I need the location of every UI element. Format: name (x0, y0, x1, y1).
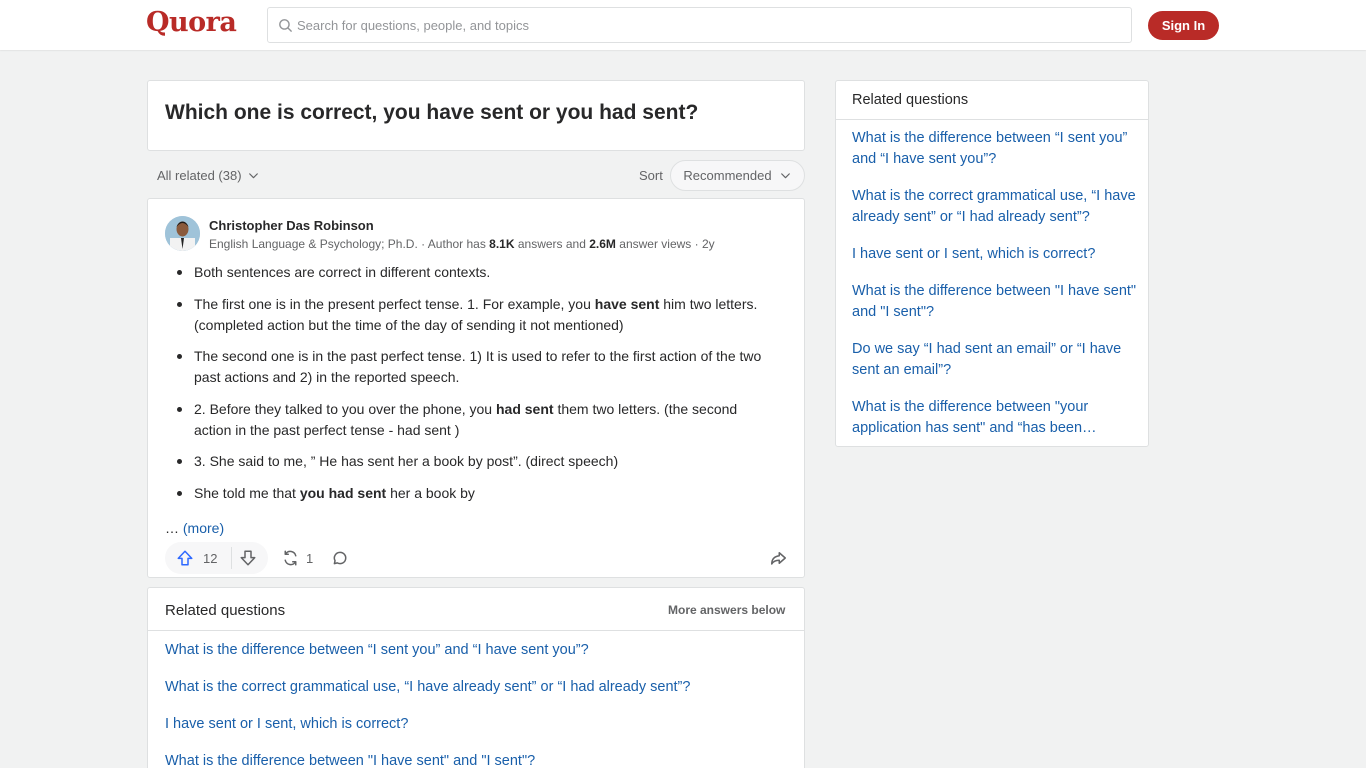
answer-bullet: 3. She said to me, ” He has sent her a b… (165, 451, 765, 472)
search-icon (279, 19, 292, 32)
sidebar-related-questions: Related questions What is the difference… (835, 80, 1149, 447)
answer-body: Both sentences are correct in different … (165, 262, 765, 514)
chevron-down-icon (248, 173, 258, 179)
answer-card: Christopher Das Robinson English Languag… (147, 198, 805, 578)
avatar[interactable] (165, 216, 200, 251)
sidebar-question-link[interactable]: What is the difference between "I have s… (852, 281, 1137, 323)
upvote-count: 12 (203, 551, 218, 566)
credential-suffix: answer views · 2y (615, 237, 715, 251)
answer-bullet: The first one is in the present perfect … (165, 294, 765, 336)
related-question-link[interactable]: I have sent or I sent, which is correct? (165, 714, 690, 735)
ellipsis: … (165, 520, 183, 536)
top-header: Quora Search for questions, people, and … (0, 0, 1366, 50)
related-questions-heading: Related questions (165, 602, 286, 619)
more-answers-below: More answers below (668, 603, 786, 617)
answer-bullet: She told me that you had sent her a book… (165, 483, 765, 504)
sidebar-question-link[interactable]: I have sent or I sent, which is correct? (852, 244, 1137, 265)
views-count: 2.6M (589, 237, 616, 251)
sort-dropdown[interactable]: Recommended (670, 160, 805, 191)
sidebar-question-link[interactable]: Do we say “I had sent an email” or “I ha… (852, 339, 1137, 381)
comment-icon[interactable] (331, 549, 349, 567)
credential-mid: answers and (514, 237, 590, 251)
vote-divider (231, 547, 232, 569)
more-link[interactable]: (more) (183, 520, 224, 536)
all-related-label: All related (38) (157, 168, 242, 183)
sidebar-questions-list: What is the difference between “I sent y… (852, 128, 1137, 455)
all-related-dropdown[interactable]: All related (38) (157, 168, 260, 183)
question-card: Which one is correct, you have sent or y… (147, 80, 805, 151)
sidebar-question-link[interactable]: What is the difference between “I sent y… (852, 128, 1137, 170)
sort-label: Sort (639, 168, 663, 183)
related-question-link[interactable]: What is the difference between "I have s… (165, 751, 690, 768)
divider (836, 119, 1148, 120)
upvote-icon[interactable] (176, 549, 194, 567)
forward-icon[interactable] (769, 549, 788, 567)
question-title: Which one is correct, you have sent or y… (165, 101, 699, 124)
vote-pill: 12 (165, 542, 268, 574)
answer-bullet: Both sentences are correct in different … (165, 262, 765, 283)
related-questions-list: What is the difference between “I sent y… (165, 640, 690, 768)
chevron-down-icon (780, 173, 790, 179)
share-icon[interactable] (281, 549, 300, 567)
answer-bullet: The second one is in the past perfect te… (165, 346, 765, 388)
sidebar-question-link[interactable]: What is the correct grammatical use, “I … (852, 186, 1137, 228)
search-placeholder: Search for questions, people, and topics (297, 18, 529, 33)
sidebar-heading: Related questions (852, 92, 969, 108)
answer-actions: 12 1 (165, 542, 791, 574)
sign-in-button[interactable]: Sign In (1148, 11, 1219, 40)
sidebar-question-link[interactable]: What is the difference between "your app… (852, 397, 1137, 439)
share-count: 1 (306, 551, 314, 566)
related-question-link[interactable]: What is the correct grammatical use, “I … (165, 677, 690, 698)
credential-prefix: English Language & Psychology; Ph.D. · A… (209, 237, 490, 251)
answer-bullet-list: Both sentences are correct in different … (165, 262, 765, 504)
more-line: … (more) (165, 520, 224, 536)
search-input[interactable]: Search for questions, people, and topics (267, 7, 1132, 43)
sort-value: Recommended (683, 168, 772, 183)
downvote-icon[interactable] (239, 549, 257, 567)
author-name[interactable]: Christopher Das Robinson (209, 218, 374, 233)
answers-count: 8.1K (489, 237, 515, 251)
quora-logo[interactable]: Quora (146, 7, 237, 38)
divider (148, 630, 804, 631)
related-questions-card: Related questions More answers below Wha… (147, 587, 805, 768)
related-question-link[interactable]: What is the difference between “I sent y… (165, 640, 690, 661)
answer-bullet: 2. Before they talked to you over the ph… (165, 399, 765, 441)
author-credential: English Language & Psychology; Ph.D. · A… (209, 237, 715, 251)
